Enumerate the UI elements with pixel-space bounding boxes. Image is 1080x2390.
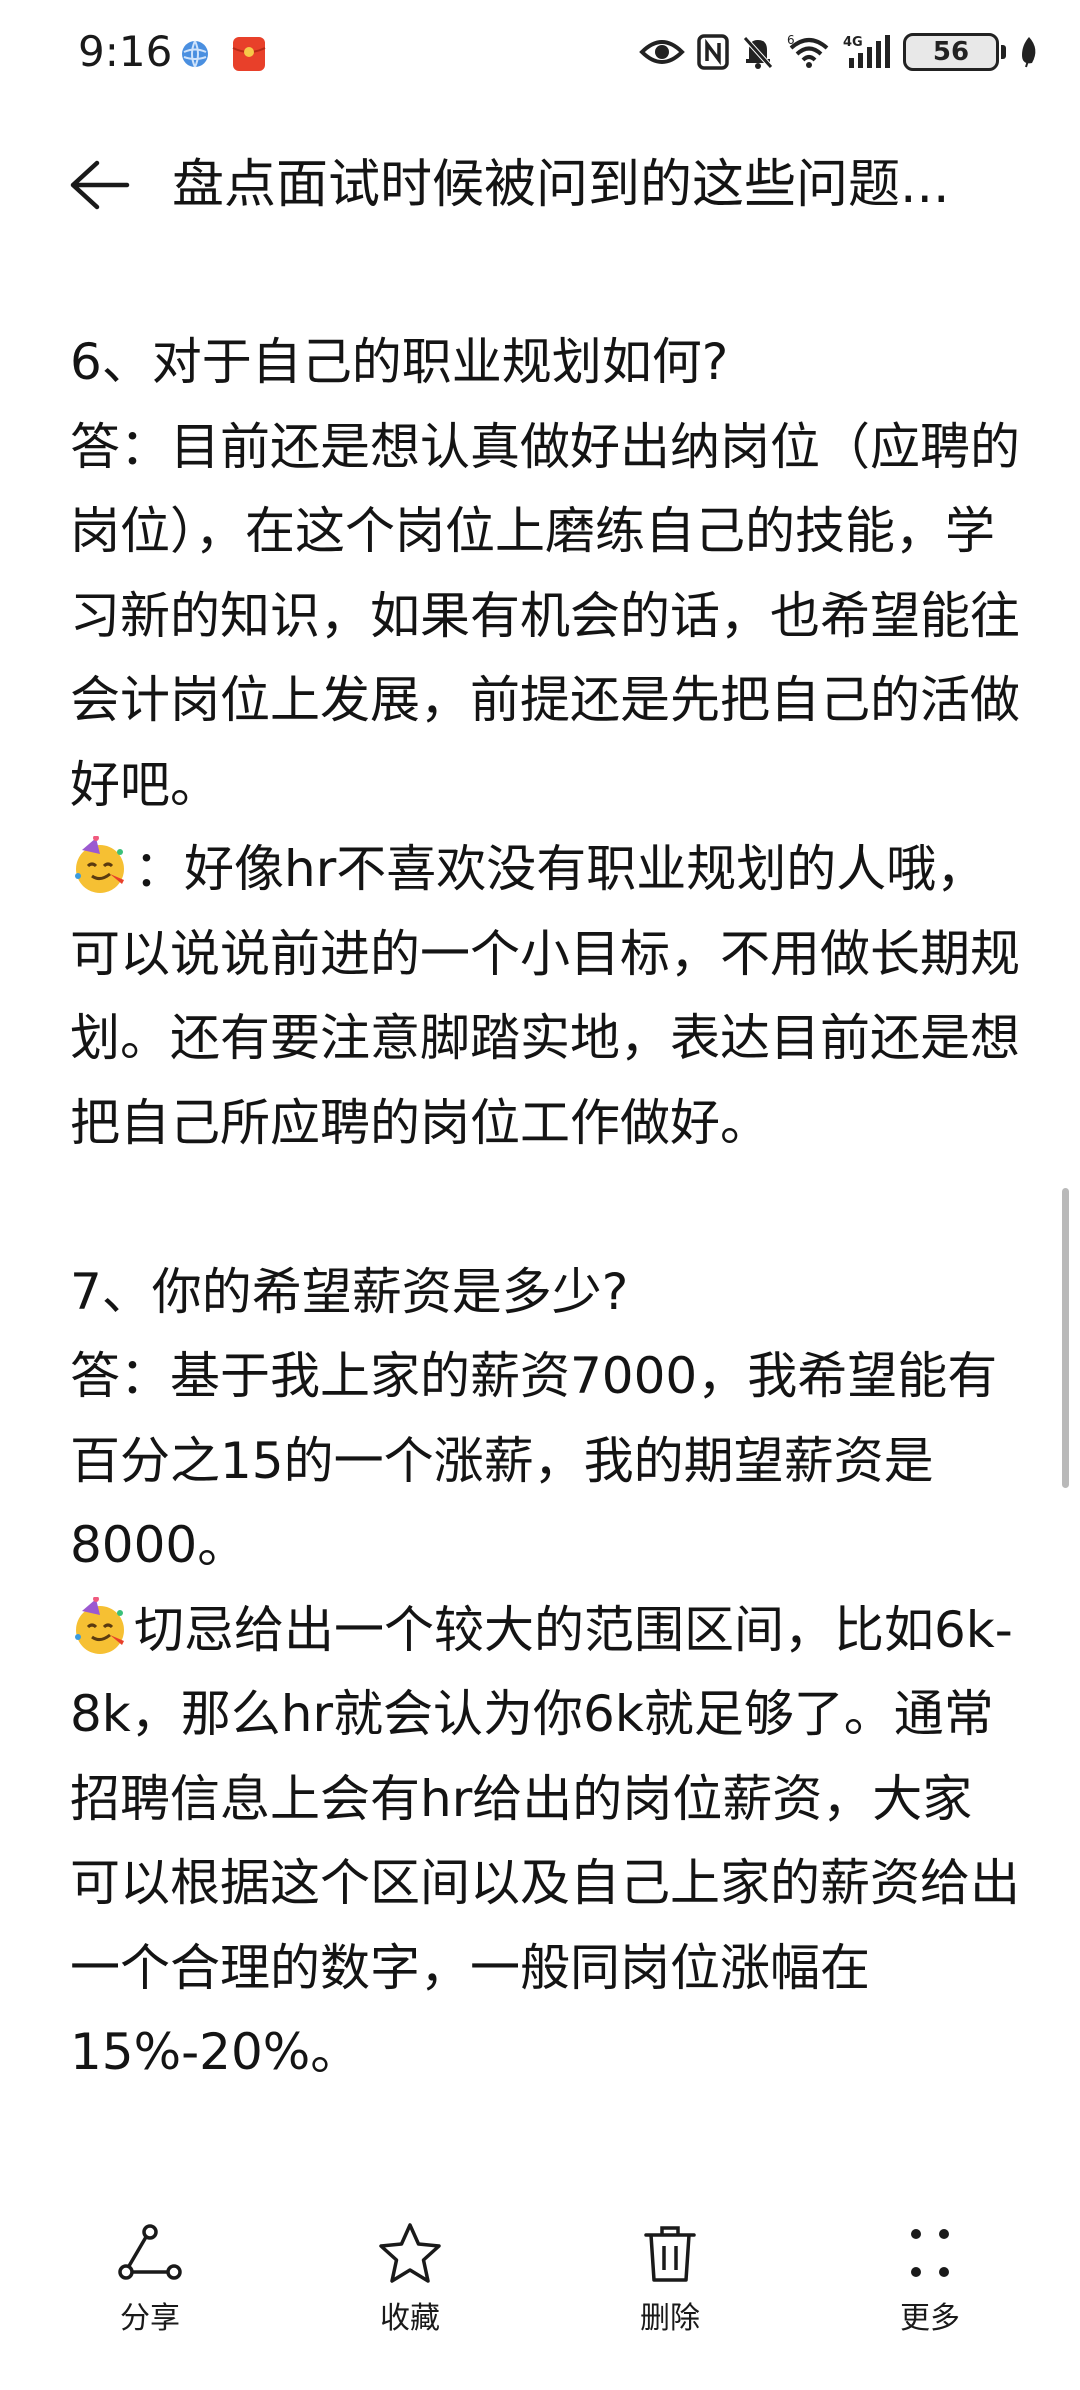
arrow-left-icon [70,160,130,210]
star-icon [379,2223,441,2283]
leaf-icon [1022,37,1036,68]
status-system-icons: 6 4G 56 [639,28,1040,76]
party-face-emoji-icon [75,1596,124,1654]
question-7: 7、你的希望薪资是多少? [70,1262,629,1321]
party-face-emoji-icon [75,836,124,893]
back-button[interactable] [62,152,136,218]
battery-cap [1001,45,1006,59]
svg-text:6: 6 [787,34,795,47]
tip-6-text: ：好像hr不喜欢没有职业规划的人哦，可以说说前进的一个小目标，不用做长期规划。还… [70,840,1020,1152]
trash-icon [644,2226,696,2282]
more-button[interactable]: 更多 [835,2220,1025,2370]
signal-icon: 4G [843,35,890,68]
status-time: 9:16 [78,27,173,76]
tip-6: ：好像hr不喜欢没有职业规划的人哦，可以说说前进的一个小目标，不用做长期规划。还… [70,827,1020,1165]
title-bar: 盘点面试时候被问到的这些问题... [0,130,1080,240]
favorite-label: 收藏 [380,2301,440,2336]
share-icon [118,2224,182,2280]
more-label: 更多 [900,2301,960,2336]
favorite-button[interactable]: 收藏 [315,2220,505,2370]
answer-6: 答：目前还是想认真做好出纳岗位（应聘的岗位），在这个岗位上磨练自己的技能，学习新… [70,417,1020,814]
eye-icon [639,40,685,64]
status-bar: 9:16 6 4G 56 [0,0,1080,104]
battery-indicator: 56 [903,33,999,71]
nfc-icon [697,34,729,70]
share-button[interactable]: 分享 [55,2220,245,2370]
question-6: 6、对于自己的职业规划如何? [70,333,729,391]
dots-icon [911,2229,949,2277]
red-packet-icon [232,37,266,71]
article-body: 6、对于自己的职业规划如何? 答：目前还是想认真做好出纳岗位（应聘的岗位），在这… [70,320,1020,2095]
globe-icon [182,40,208,68]
share-label: 分享 [120,2301,180,2336]
delete-label: 删除 [640,2301,700,2336]
tip-7: 切忌给出一个较大的范围区间，比如6k-8k，那么hr就会认为你6k就足够了。通常… [70,1588,1020,2095]
bottom-toolbar: 分享 收藏 删除 更多 [0,2220,1080,2370]
svg-text:4G: 4G [843,35,863,50]
tip-7-text: 切忌给出一个较大的范围区间，比如6k-8k，那么hr就会认为你6k就足够了。通常… [70,1600,1020,2082]
delete-button[interactable]: 删除 [575,2220,765,2370]
bell-muted-icon [743,36,773,69]
status-notification-icons [180,36,266,72]
scrollbar-thumb[interactable] [1062,1188,1069,1488]
wifi-icon: 6 [787,34,829,68]
page-title: 盘点面试时候被问到的这些问题... [172,155,950,215]
answer-7: 答：基于我上家的薪资7000，我希望能有百分之15的一个涨薪，我的期望薪资是80… [70,1347,998,1574]
